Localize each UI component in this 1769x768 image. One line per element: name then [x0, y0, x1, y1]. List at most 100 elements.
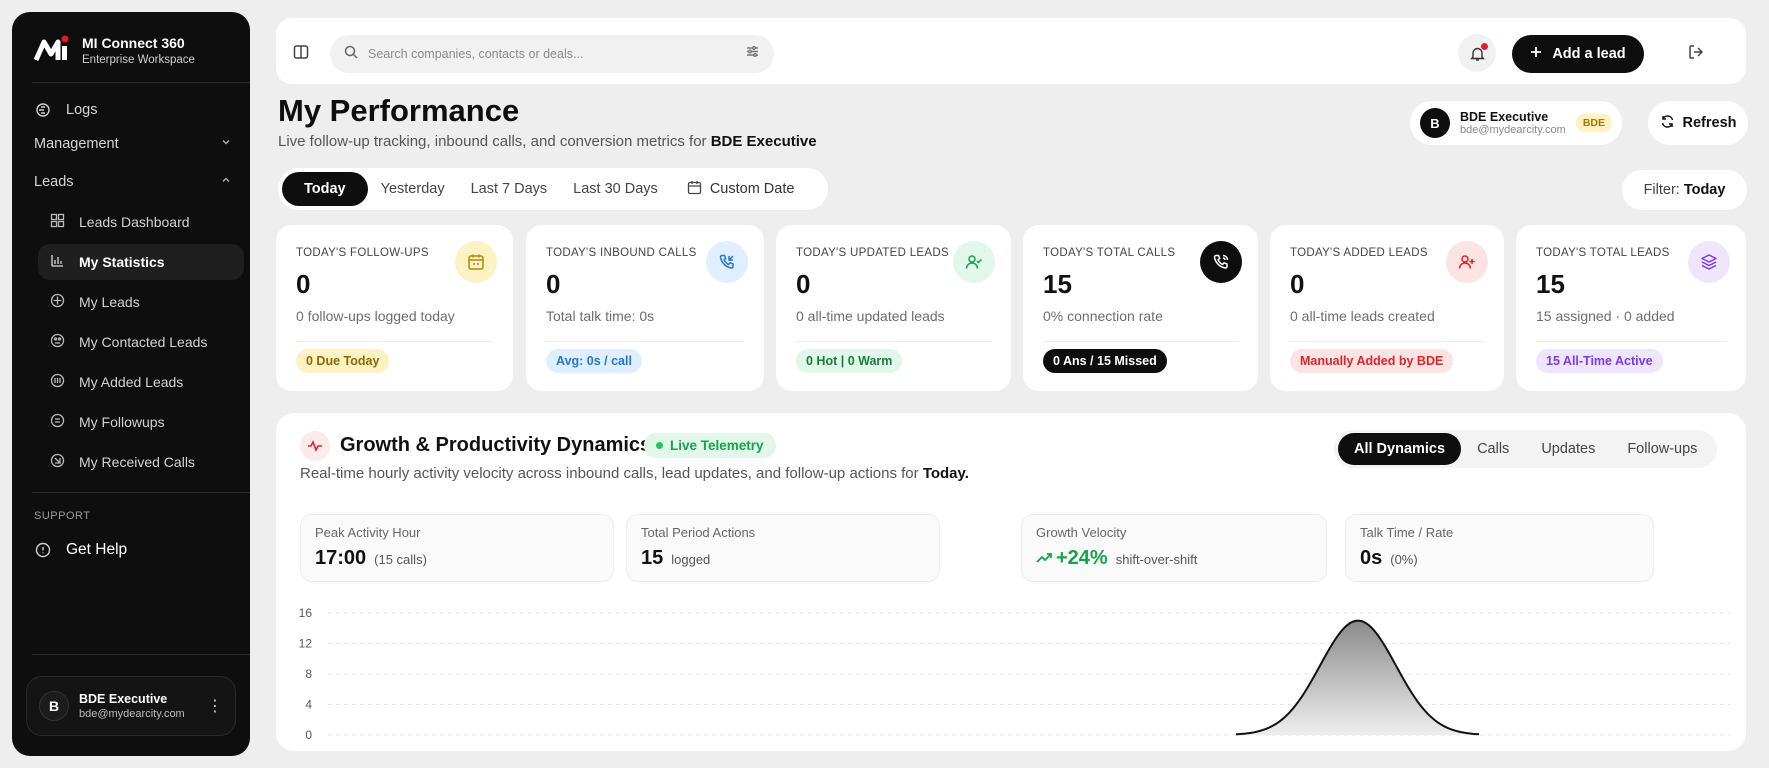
sidebar-item-leads-dashboard[interactable]: Leads Dashboard — [38, 204, 244, 240]
panel-subtitle-period: Today. — [922, 465, 969, 482]
sidebar-divider — [32, 492, 250, 493]
sidebar-divider — [32, 82, 250, 83]
tab-yesterday[interactable]: Yesterday — [368, 172, 458, 206]
stat-card-followups[interactable]: TODAY'S FOLLOW-UPS 0 0 follow-ups logged… — [276, 225, 513, 391]
page-title: My Performance — [278, 93, 520, 128]
bell-icon — [1469, 42, 1488, 62]
stat-card-inbound-calls[interactable]: TODAY'S INBOUND CALLS 0 Total talk time:… — [526, 225, 764, 391]
stat-badge: 0 Ans / 15 Missed — [1043, 349, 1167, 373]
user-plus-icon — [1446, 241, 1488, 283]
sidebar-divider — [32, 654, 250, 655]
metric-growth-velocity: Growth Velocity +24% shift-over-shift — [1021, 514, 1327, 582]
trending-up-icon — [1036, 551, 1052, 569]
filter-label: Filter: — [1643, 182, 1680, 198]
sidebar-item-my-statistics[interactable]: My Statistics — [38, 244, 244, 280]
sidebar-item-my-received-calls[interactable]: My Received Calls — [38, 444, 244, 480]
stat-badge: 0 Hot | 0 Warm — [796, 349, 903, 373]
user-chip[interactable]: B BDE Executive bde@mydearcity.com BDE — [1410, 101, 1622, 145]
stat-card-total-leads[interactable]: TODAY'S TOTAL LEADS 15 15 assigned · 0 a… — [1516, 225, 1746, 391]
card-divider — [1536, 341, 1726, 342]
metric-label: Growth Velocity — [1036, 525, 1127, 540]
metric-label: Talk Time / Rate — [1360, 525, 1454, 540]
brand[interactable]: MI Connect 360 Enterprise Workspace — [32, 30, 195, 70]
card-divider — [1290, 341, 1484, 342]
stat-card-added-leads[interactable]: TODAY'S ADDED LEADS 0 0 all-time leads c… — [1270, 225, 1504, 391]
sidebar-item-logs[interactable]: Logs — [32, 92, 238, 128]
add-lead-button[interactable]: Add a lead — [1512, 35, 1644, 73]
tab-last-7-days[interactable]: Last 7 Days — [458, 172, 561, 206]
calendar-icon — [687, 180, 702, 199]
sidebar-item-label: Get Help — [66, 541, 128, 558]
tab-today[interactable]: Today — [282, 172, 368, 206]
metric-peak-activity-hour: Peak Activity Hour 17:00 (15 calls) — [300, 514, 614, 582]
sidebar-item-label: My Followups — [79, 414, 165, 430]
user-name: BDE Executive — [1460, 110, 1549, 124]
help-icon — [34, 541, 52, 559]
tab-calls[interactable]: Calls — [1461, 433, 1525, 465]
phone-call-icon — [1200, 241, 1242, 283]
sidebar-item-label: Logs — [66, 102, 98, 118]
stat-subtext: 0 all-time leads created — [1290, 308, 1435, 324]
refresh-button[interactable]: Refresh — [1648, 101, 1748, 145]
metric-total-period-actions: Total Period Actions 15 logged — [626, 514, 940, 582]
metric-value: 0s — [1360, 547, 1383, 569]
tab-follow-ups[interactable]: Follow-ups — [1611, 433, 1713, 465]
sidebar-item-get-help[interactable]: Get Help — [32, 532, 238, 568]
followups-icon — [50, 413, 65, 431]
role-badge: BDE — [1575, 114, 1612, 132]
dashboard-icon — [50, 213, 65, 231]
page-subtitle: Live follow-up tracking, inbound calls, … — [278, 133, 817, 150]
y-tick-label: 0 — [305, 728, 312, 742]
sidebar-toggle-icon[interactable] — [292, 43, 310, 66]
sidebar-item-leads[interactable]: Leads — [34, 168, 232, 196]
brand-name: MI Connect 360 — [82, 34, 185, 51]
metric-value: 17:00 — [315, 547, 367, 569]
stat-badge: 0 Due Today — [296, 349, 390, 373]
sidebar: MI Connect 360 Enterprise Workspace Logs… — [12, 12, 250, 756]
dynamics-tabs: All Dynamics Calls Updates Follow-ups — [1334, 430, 1718, 468]
more-vertical-icon[interactable]: ⋮ — [207, 696, 223, 716]
metric-value: +24% — [1056, 547, 1108, 569]
avatar: B — [39, 691, 69, 721]
user-name: BDE Executive — [79, 692, 168, 706]
sidebar-item-my-leads[interactable]: My Leads — [38, 284, 244, 320]
sidebar-item-my-added-leads[interactable]: My Added Leads — [38, 364, 244, 400]
user-check-icon — [953, 241, 995, 283]
sidebar-item-management[interactable]: Management — [34, 130, 232, 158]
tab-all-dynamics[interactable]: All Dynamics — [1338, 433, 1462, 465]
stat-subtext: 0 follow-ups logged today — [296, 308, 455, 324]
sidebar-item-label: My Received Calls — [79, 454, 195, 470]
user-email: bde@mydearcity.com — [1460, 124, 1566, 136]
logout-icon[interactable] — [1686, 42, 1706, 67]
tab-last-30-days[interactable]: Last 30 Days — [560, 172, 671, 206]
top-bar: Add a lead — [276, 18, 1746, 84]
notification-dot — [1480, 42, 1488, 50]
sidebar-item-my-contacted-leads[interactable]: My Contacted Leads — [38, 324, 244, 360]
live-telemetry-badge: Live Telemetry — [644, 433, 776, 458]
refresh-label: Refresh — [1682, 115, 1737, 131]
sidebar-user-card[interactable]: B BDE Executive bde@mydearcity.com ⋮ — [26, 676, 236, 736]
tab-updates[interactable]: Updates — [1525, 433, 1611, 465]
activity-pulse-icon — [300, 431, 330, 461]
filter-sliders-icon[interactable] — [745, 44, 760, 64]
panel-subtitle: Real-time hourly activity velocity acros… — [300, 465, 969, 482]
received-calls-icon — [50, 453, 65, 471]
card-divider — [1043, 341, 1238, 342]
notifications-button[interactable] — [1458, 34, 1496, 72]
stat-card-updated-leads[interactable]: TODAY'S UPDATED LEADS 0 0 all-time updat… — [776, 225, 1011, 391]
telemetry-label: Live Telemetry — [670, 438, 764, 453]
phone-incoming-icon — [706, 241, 748, 283]
search-bar — [330, 35, 774, 73]
chevron-up-icon — [220, 174, 232, 190]
tab-custom-date[interactable]: Custom Date — [671, 172, 811, 206]
plus-icon — [1530, 46, 1542, 62]
y-tick-label: 16 — [299, 606, 313, 620]
panel-title: Growth & Productivity Dynamics — [340, 434, 652, 456]
page-subtitle-text: Live follow-up tracking, inbound calls, … — [278, 133, 707, 150]
stat-subtext: Total talk time: 0s — [546, 308, 655, 324]
search-input[interactable] — [368, 47, 735, 61]
add-lead-label: Add a lead — [1552, 46, 1626, 62]
layers-icon — [1688, 241, 1730, 283]
stat-card-total-calls[interactable]: TODAY'S TOTAL CALLS 15 0% connection rat… — [1023, 225, 1258, 391]
sidebar-item-my-followups[interactable]: My Followups — [38, 404, 244, 440]
